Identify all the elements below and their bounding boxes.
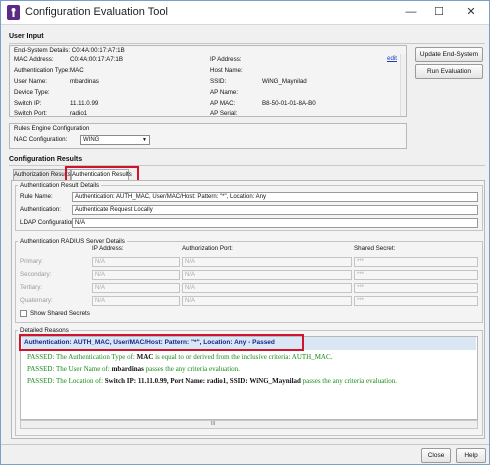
- auth-type-value: MAC: [70, 67, 84, 74]
- rules-engine-panel: Rules Engine Configuration NAC Configura…: [9, 123, 407, 149]
- ssid-label: SSID:: [210, 78, 227, 85]
- help-button[interactable]: Help: [456, 448, 486, 463]
- authentication-label: Authentication:: [20, 206, 61, 213]
- ap-mac-label: AP MAC:: [210, 100, 236, 107]
- switch-port-label: Switch Port:: [14, 110, 48, 117]
- show-shared-secrets-label: Show Shared Secrets: [30, 310, 90, 317]
- app-icon: [7, 5, 20, 20]
- radius-col-port: Authorization Port:: [182, 245, 233, 252]
- switch-ip-label: Switch IP:: [14, 100, 42, 107]
- ap-name-label: AP Name:: [210, 89, 239, 96]
- minimize-button[interactable]: —: [401, 4, 421, 21]
- run-evaluation-button[interactable]: Run Evaluation: [415, 64, 483, 79]
- mac-address-label: MAC Address:: [14, 56, 54, 63]
- highlight-box-reason: [19, 334, 304, 351]
- end-system-details-panel: End-System Details: C0:4A:00:17:A7:1B ed…: [9, 45, 407, 117]
- reason-line-3: PASSED: The Location of: Switch IP: 11.1…: [27, 377, 397, 385]
- footer-divider: [1, 444, 489, 445]
- reason-line-2-pre: PASSED: The User Name of:: [27, 365, 112, 373]
- rules-engine-title: Rules Engine Configuration: [14, 125, 90, 132]
- rule-name-field: Authentication: AUTH_MAC, User/MAC/Host:…: [72, 192, 478, 202]
- user-input-heading: User Input: [9, 33, 44, 40]
- radius-tertiary-port: N/A: [182, 283, 352, 293]
- ap-serial-label: AP Serial:: [210, 110, 238, 117]
- radius-col-ip: IP Address:: [92, 245, 124, 252]
- user-name-label: User Name:: [14, 78, 48, 85]
- reason-line-3-post: passes the any criteria evaluation.: [300, 377, 397, 385]
- title-bar: Configuration Evaluation Tool — ☐ ✕: [1, 1, 489, 25]
- switch-port-value: radio1: [70, 110, 88, 117]
- ssid-value: WiNG_Maynilad: [262, 78, 307, 85]
- detailed-reasons-title: Detailed Reasons: [18, 327, 71, 334]
- horizontal-scrollbar[interactable]: III: [20, 420, 478, 429]
- update-end-system-button[interactable]: Update End-System: [415, 47, 483, 62]
- show-shared-secrets-checkbox[interactable]: [20, 310, 27, 317]
- auth-type-label: Authentication Type:: [14, 67, 70, 74]
- rule-name-label: Rule Name:: [20, 193, 53, 200]
- mac-address-value: C0:4A:00:17:A7:1B: [70, 56, 123, 63]
- reason-line-1-bold: MAC: [136, 353, 154, 361]
- radius-quaternary-port: N/A: [182, 296, 352, 306]
- radius-col-secret: Shared Secret:: [354, 245, 396, 252]
- radius-row-primary-label: Primary:: [20, 258, 44, 265]
- ldap-config-label: LDAP Configuration:: [20, 219, 77, 226]
- reason-line-2: PASSED: The User Name of: mbardinas pass…: [27, 365, 240, 373]
- host-name-label: Host Name:: [210, 67, 243, 74]
- nac-config-label: NAC Configuration:: [14, 136, 68, 143]
- radius-row-tertiary-label: Tertiary:: [20, 284, 43, 291]
- authentication-field: Authenticate Request Locally: [72, 205, 478, 215]
- close-button[interactable]: Close: [421, 448, 451, 463]
- reason-line-2-bold: mbardinas: [111, 365, 144, 373]
- nac-config-value: WING: [83, 137, 100, 143]
- radius-primary-ip: N/A: [92, 257, 180, 267]
- switch-ip-value: 11.11.0.99: [70, 100, 99, 107]
- radius-primary-port: N/A: [182, 257, 352, 267]
- close-window-button[interactable]: ✕: [461, 4, 481, 21]
- reason-line-3-bold: Switch IP: 11.11.0.99, Port Name: radio1…: [104, 377, 301, 385]
- radius-quaternary-secret: ***: [354, 296, 478, 306]
- reason-line-1-pre: PASSED: The Authentication Type of:: [27, 353, 137, 361]
- radius-details-title: Authentication RADIUS Server Details: [18, 238, 127, 245]
- reason-line-1-post: is equal to or derived from the inclusiv…: [153, 353, 333, 361]
- radius-secondary-secret: ***: [354, 270, 478, 280]
- radius-row-secondary-label: Secondary:: [20, 271, 52, 278]
- config-eval-window: Configuration Evaluation Tool — ☐ ✕ User…: [0, 0, 490, 465]
- radius-primary-secret: ***: [354, 257, 478, 267]
- user-name-value: mbardinas: [70, 78, 99, 85]
- radius-tertiary-secret: ***: [354, 283, 478, 293]
- scroll-grip-icon: III: [211, 421, 216, 427]
- radius-row-quaternary-label: Quaternary:: [20, 297, 53, 304]
- divider: [9, 43, 485, 44]
- maximize-button[interactable]: ☐: [429, 4, 449, 21]
- radius-quaternary-ip: N/A: [92, 296, 180, 306]
- tab-authorization-results[interactable]: Authorization Results: [13, 169, 71, 180]
- config-results-heading: Configuration Results: [9, 156, 83, 163]
- end-system-details-label: End-System Details: C0:4A:00:17:A7:1B: [14, 47, 125, 54]
- device-type-label: Device Type:: [14, 89, 50, 96]
- ip-address-label: IP Address:: [210, 56, 242, 63]
- radius-tertiary-ip: N/A: [92, 283, 180, 293]
- chevron-down-icon: ▼: [142, 137, 147, 143]
- auth-results-panel: Authentication Result Details Rule Name:…: [11, 180, 485, 439]
- ldap-config-field: N/A: [72, 218, 478, 228]
- window-title: Configuration Evaluation Tool: [25, 6, 168, 18]
- details-scrollbar[interactable]: [400, 54, 406, 116]
- reason-line-1: PASSED: The Authentication Type of: MAC …: [27, 353, 332, 361]
- ap-mac-value: B8-50-01-01-8A-B0: [262, 100, 316, 107]
- radius-secondary-ip: N/A: [92, 270, 180, 280]
- radius-secondary-port: N/A: [182, 270, 352, 280]
- reason-line-2-post: passes the any criteria evaluation.: [143, 365, 240, 373]
- auth-result-details-title: Authentication Result Details: [18, 182, 102, 189]
- nac-config-select[interactable]: WING ▼: [80, 135, 150, 145]
- edit-link[interactable]: edit: [387, 55, 397, 62]
- reason-line-3-pre: PASSED: The Location of:: [27, 377, 105, 385]
